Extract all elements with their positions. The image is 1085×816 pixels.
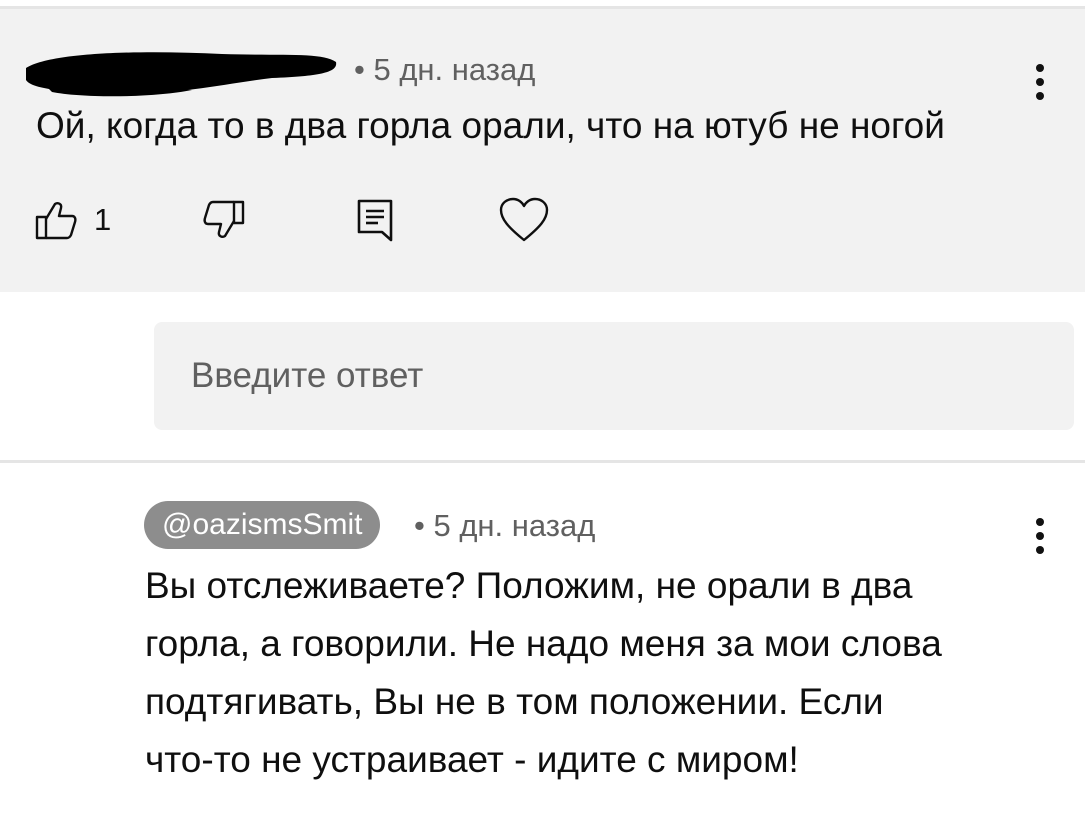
reply-text-line: что-то не устраивает - идите с миром! [145,739,799,780]
like-count: 1 [94,202,112,237]
comment-time: • 5 дн. назад [354,52,536,87]
more-vert-icon[interactable] [1024,60,1056,104]
comment-text: Ой, когда то в два горла орали, что на ю… [36,105,945,146]
reply-comment-icon[interactable] [354,196,398,244]
reply-input-box[interactable] [154,322,1074,430]
thumbs-down-icon[interactable] [202,198,246,242]
thumbs-up-icon[interactable] [34,198,78,242]
reply-text-line: горла, а говорили. Не надо меня за мои с… [145,623,942,664]
divider [0,460,1085,463]
author-chip[interactable]: @oazismsSmit [144,501,381,549]
reply-text: Вы отслеживаете? Положим, не орали в два… [145,557,1025,789]
reply-text-line: Вы отслеживаете? Положим, не орали в два [145,565,913,606]
heart-icon[interactable] [498,196,550,244]
more-vert-icon[interactable] [1024,514,1056,558]
reply-text-line: подтягивать, Вы не в том положении. Если [145,681,884,722]
reply-time: • 5 дн. назад [414,508,596,543]
reply-input[interactable] [154,322,1074,430]
redacted-author-name [26,52,337,97]
